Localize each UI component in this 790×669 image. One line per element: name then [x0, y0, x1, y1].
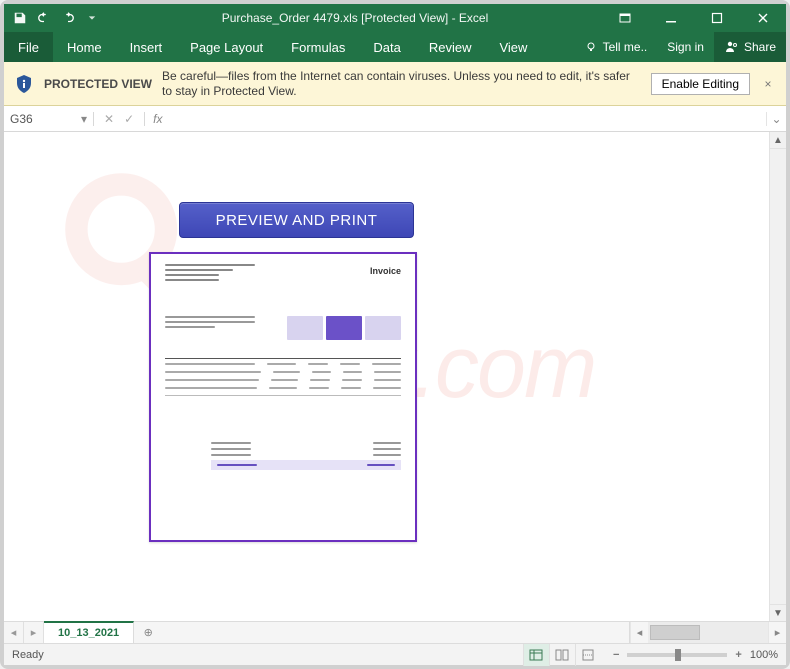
tab-review[interactable]: Review	[415, 32, 486, 62]
window-controls	[602, 4, 786, 32]
name-box[interactable]: G36 ▾	[4, 112, 94, 126]
tab-file[interactable]: File	[4, 32, 53, 62]
invoice-thumbnail[interactable]: Invoice	[149, 252, 417, 542]
sign-in-button[interactable]: Sign in	[657, 32, 714, 62]
vertical-scrollbar[interactable]: ▲ ▼	[769, 132, 786, 621]
fx-label: fx	[145, 112, 170, 126]
preview-and-print-button[interactable]: PREVIEW AND PRINT	[179, 202, 414, 238]
close-icon[interactable]	[740, 4, 786, 32]
formula-enter-icon[interactable]: ✓	[124, 112, 134, 126]
window-title: Purchase_Order 4479.xls [Protected View]…	[108, 11, 602, 25]
zoom-slider[interactable]	[627, 653, 727, 657]
share-label: Share	[744, 40, 776, 54]
tab-page-layout[interactable]: Page Layout	[176, 32, 277, 62]
sheet-tab-active[interactable]: 10_13_2021	[44, 621, 134, 643]
tab-label: File	[18, 40, 39, 55]
scroll-down-icon[interactable]: ▼	[770, 604, 786, 621]
horizontal-scrollbar[interactable]: ◂ ▸	[629, 622, 786, 643]
hscroll-track[interactable]	[648, 622, 768, 643]
zoom-thumb[interactable]	[675, 649, 681, 661]
messagebar-close-icon[interactable]: ×	[760, 77, 776, 91]
tab-insert[interactable]: Insert	[116, 32, 177, 62]
save-icon[interactable]	[12, 10, 28, 26]
tab-view[interactable]: View	[485, 32, 541, 62]
view-normal-icon[interactable]	[523, 644, 549, 666]
tab-label: View	[499, 40, 527, 55]
quick-access-toolbar	[4, 10, 108, 26]
tab-data[interactable]: Data	[359, 32, 414, 62]
undo-icon[interactable]	[36, 10, 52, 26]
shield-info-icon	[14, 74, 34, 94]
enable-editing-label: Enable Editing	[662, 77, 739, 91]
zoom-out-icon[interactable]: −	[613, 649, 619, 661]
maximize-icon[interactable]	[694, 4, 740, 32]
person-share-icon	[724, 40, 738, 54]
qat-dropdown-icon[interactable]	[84, 10, 100, 26]
invoice-title: Invoice	[370, 266, 401, 276]
new-sheet-icon[interactable]: ⊕	[134, 622, 162, 643]
zoom-value[interactable]: 100%	[750, 649, 778, 661]
title-bar: Purchase_Order 4479.xls [Protected View]…	[4, 4, 786, 32]
hscroll-thumb[interactable]	[650, 625, 700, 640]
enable-editing-button[interactable]: Enable Editing	[651, 73, 750, 95]
share-button[interactable]: Share	[714, 32, 786, 62]
hscroll-right-icon[interactable]: ▸	[768, 622, 786, 643]
zoom-controls: − + 100%	[613, 649, 778, 661]
tab-label: Insert	[130, 40, 163, 55]
tab-formulas[interactable]: Formulas	[277, 32, 359, 62]
formula-expand-icon[interactable]: ⌄	[766, 112, 786, 126]
preview-and-print-label: PREVIEW AND PRINT	[216, 212, 378, 229]
tell-me-label: Tell me..	[603, 40, 648, 54]
view-buttons	[523, 644, 601, 666]
tab-label: Formulas	[291, 40, 345, 55]
lightbulb-icon	[585, 41, 597, 53]
tab-label: Review	[429, 40, 472, 55]
name-box-value: G36	[10, 112, 77, 126]
view-page-layout-icon[interactable]	[549, 644, 575, 666]
formula-buttons: ✕ ✓	[94, 112, 145, 126]
status-bar: Ready − + 100%	[4, 643, 786, 665]
protected-view-title: PROTECTED VIEW	[44, 77, 152, 91]
tab-nav-prev-icon[interactable]: ◂	[4, 622, 24, 643]
redo-icon[interactable]	[60, 10, 76, 26]
minimize-icon[interactable]	[648, 4, 694, 32]
excel-window: Purchase_Order 4479.xls [Protected View]…	[0, 0, 790, 669]
formula-input[interactable]	[170, 106, 766, 131]
worksheet-area[interactable]: pcrisk.com PREVIEW AND PRINT Invoice	[4, 132, 786, 621]
protected-view-bar: PROTECTED VIEW Be careful—files from the…	[4, 62, 786, 106]
ribbon-tabs: File Home Insert Page Layout Formulas Da…	[4, 32, 786, 62]
formula-cancel-icon[interactable]: ✕	[104, 112, 114, 126]
tab-home[interactable]: Home	[53, 32, 116, 62]
tab-label: Data	[373, 40, 400, 55]
sheet-tabs-row: ◂ ▸ 10_13_2021 ⊕ ◂ ▸	[4, 621, 786, 643]
tell-me-button[interactable]: Tell me..	[575, 32, 658, 62]
protected-view-text: Be careful—files from the Internet can c…	[162, 69, 641, 99]
sign-in-label: Sign in	[667, 40, 704, 54]
tab-nav-next-icon[interactable]: ▸	[24, 622, 44, 643]
scroll-up-icon[interactable]: ▲	[770, 132, 786, 149]
hscroll-left-icon[interactable]: ◂	[630, 622, 648, 643]
status-ready: Ready	[12, 649, 44, 661]
tab-label: Home	[67, 40, 102, 55]
ribbon-display-icon[interactable]	[602, 4, 648, 32]
zoom-in-icon[interactable]: +	[735, 649, 741, 661]
tab-label: Page Layout	[190, 40, 263, 55]
view-page-break-icon[interactable]	[575, 644, 601, 666]
sheet-tab-label: 10_13_2021	[58, 627, 119, 639]
formula-bar-row: G36 ▾ ✕ ✓ fx ⌄	[4, 106, 786, 132]
name-box-dropdown-icon[interactable]: ▾	[81, 112, 87, 126]
